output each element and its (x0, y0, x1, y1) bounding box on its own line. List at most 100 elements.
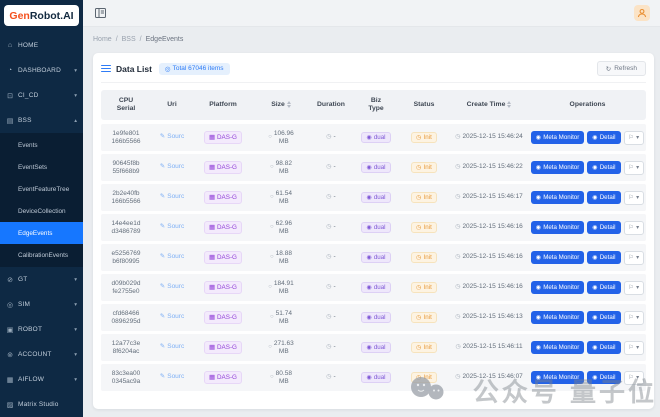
detail-button[interactable]: ◉ Detail (587, 281, 621, 294)
more-actions-dropdown-button[interactable]: ⚐ ▾ (623, 250, 645, 265)
source-link[interactable]: ✎ Sourc (160, 343, 184, 351)
more-actions-dropdown-button[interactable]: ⚐ ▾ (623, 310, 645, 325)
sidebar-item[interactable]: ⊡ CI_CD ▾ (0, 83, 83, 108)
meta-monitor-button[interactable]: ◉ Meta Monitor (530, 311, 585, 324)
pencil-icon: ✎ (159, 133, 166, 141)
user-avatar[interactable] (634, 5, 650, 21)
chevron-down-icon: ▾ (636, 134, 640, 141)
cell-duration: ◷ - (326, 223, 336, 231)
cell-cpu-serial: 90645f8b 55f668b9 (112, 160, 140, 175)
table-row: 14e4ee1d d3486789 ✎ Sourc ▦ DAS-G ○ 62.96 MB (101, 214, 646, 241)
meta-monitor-button[interactable]: ◉ Meta Monitor (530, 341, 585, 354)
dot-icon: ◉ (366, 193, 372, 201)
sidebar-item[interactable]: ▨ Matrix Studio (0, 392, 83, 417)
detail-button[interactable]: ◉ Detail (587, 161, 621, 174)
cell-size: ○ 51.74 MB (270, 310, 292, 325)
cell-create-time: ◷ 2025-12-15 15:46:24 (455, 133, 523, 141)
sidebar-collapse-icon[interactable] (93, 7, 107, 19)
detail-button[interactable]: ◉ Detail (587, 341, 621, 354)
grid-icon: ▦ (209, 343, 215, 351)
meta-monitor-button[interactable]: ◉ Meta Monitor (530, 221, 585, 234)
source-link[interactable]: ✎ Sourc (160, 223, 184, 231)
clock-icon: ◷ (326, 223, 332, 230)
sidebar-subitem[interactable]: EventSets (0, 156, 83, 178)
sidebar-subitem-label: EventFeatureTree (18, 185, 70, 193)
sidebar-item[interactable]: ▣ ROBOT ▾ (0, 317, 83, 342)
cell-operations: ◉ Meta Monitor ◉ Detail ⚐ ▾ (529, 310, 646, 325)
breadcrumb-separator: / (115, 35, 118, 43)
sidebar-item[interactable]: ◎ SIM ▾ (0, 292, 83, 317)
more-actions-dropdown-button[interactable]: ⚐ ▾ (623, 370, 645, 385)
more-actions-dropdown-button[interactable]: ⚐ ▾ (623, 160, 645, 175)
pencil-icon: ✎ (159, 283, 166, 291)
eye-icon: ◉ (592, 344, 598, 351)
meta-monitor-button[interactable]: ◉ Meta Monitor (530, 281, 585, 294)
platform-badge: ▦ DAS-G (204, 251, 242, 264)
app-window: Gen Robot.AI ⌂ HOME ◔ DASHBOARD ▾ ⊡ CI_C… (0, 0, 660, 417)
app-logo[interactable]: Gen Robot.AI (4, 5, 79, 26)
sidebar-subitem[interactable]: EventFeatureTree (0, 178, 83, 200)
col-uri: Uri (167, 100, 177, 108)
biz-type-badge: ◉ dual (361, 281, 391, 294)
source-link[interactable]: ✎ Sourc (160, 313, 184, 321)
more-actions-dropdown-button[interactable]: ⚐ ▾ (623, 220, 645, 235)
meta-monitor-button[interactable]: ◉ Meta Monitor (530, 371, 585, 384)
cell-uri: ✎ Sourc (151, 283, 193, 291)
cell-create-time: ◷ 2025-12-15 15:46:13 (455, 313, 523, 321)
page-content: Data List ◎ Total 67046 items ↻ Refresh … (83, 51, 660, 417)
clock-icon: ◷ (455, 343, 461, 350)
sidebar-subitem[interactable]: CalibrationEvents (0, 244, 83, 266)
cell-size: ○ 62.96 MB (270, 220, 292, 235)
cell-biz-type: ◉ dual (353, 281, 399, 294)
sidebar-subitem[interactable]: DeviceCollection (0, 200, 83, 222)
sidebar-item[interactable]: ⊘ GT ▾ (0, 267, 83, 292)
detail-button[interactable]: ◉ Detail (587, 221, 621, 234)
sidebar-item[interactable]: ▤ BSS ▴ (0, 108, 83, 133)
meta-monitor-button[interactable]: ◉ Meta Monitor (530, 251, 585, 264)
breadcrumb-bss[interactable]: BSS (122, 36, 136, 43)
detail-button[interactable]: ◉ Detail (587, 371, 621, 384)
meta-monitor-button[interactable]: ◉ Meta Monitor (530, 161, 585, 174)
source-link[interactable]: ✎ Sourc (160, 193, 184, 201)
more-actions-dropdown-button[interactable]: ⚐ ▾ (623, 130, 645, 145)
breadcrumb-separator: / (139, 35, 142, 43)
breadcrumb-home[interactable]: Home (93, 36, 112, 43)
pencil-icon: ✎ (159, 253, 166, 261)
source-link[interactable]: ✎ Sourc (160, 373, 184, 381)
detail-button[interactable]: ◉ Detail (587, 191, 621, 204)
sidebar-item-icon: ⊘ (7, 276, 13, 284)
source-link[interactable]: ✎ Sourc (160, 253, 184, 261)
cell-biz-type: ◉ dual (353, 251, 399, 264)
sidebar-item[interactable]: ⌂ HOME (0, 33, 83, 58)
sidebar-subitem[interactable]: EdgeEvents (0, 222, 83, 244)
cell-size: ○ 106.96 MB (268, 130, 294, 145)
cell-biz-type: ◉ dual (353, 311, 399, 324)
cell-create-time: ◷ 2025-12-15 15:46:11 (455, 343, 523, 351)
sidebar-item[interactable]: ◔ DASHBOARD ▾ (0, 58, 83, 83)
sidebar-subitem[interactable]: Events (0, 134, 83, 156)
sidebar-item[interactable]: ▦ AIFLOW ▾ (0, 367, 83, 392)
file-icon: ○ (270, 163, 274, 170)
more-actions-dropdown-button[interactable]: ⚐ ▾ (623, 190, 645, 205)
cell-status: ◷ Init (399, 191, 449, 204)
more-actions-dropdown-button[interactable]: ⚐ ▾ (623, 280, 645, 295)
table-row: 90645f8b 55f668b9 ✎ Sourc ▦ DAS-G ○ 98.82 MB (101, 154, 646, 181)
sidebar: Gen Robot.AI ⌂ HOME ◔ DASHBOARD ▾ ⊡ CI_C… (0, 0, 83, 417)
refresh-button[interactable]: ↻ Refresh (596, 61, 646, 76)
sidebar-item[interactable]: ⊚ ACCOUNT ▾ (0, 342, 83, 367)
source-link[interactable]: ✎ Sourc (160, 163, 184, 171)
detail-button[interactable]: ◉ Detail (587, 251, 621, 264)
more-actions-dropdown-button[interactable]: ⚐ ▾ (623, 340, 645, 355)
source-link[interactable]: ✎ Sourc (160, 133, 184, 141)
detail-button[interactable]: ◉ Detail (587, 311, 621, 324)
sort-icon[interactable] (507, 101, 512, 109)
source-link[interactable]: ✎ Sourc (160, 283, 184, 291)
cell-uri: ✎ Sourc (151, 343, 193, 351)
dot-icon: ◉ (366, 253, 372, 261)
cell-cpu-serial: 2b2e40fb 166b5566 (111, 190, 141, 205)
meta-monitor-button[interactable]: ◉ Meta Monitor (530, 191, 585, 204)
detail-button[interactable]: ◉ Detail (587, 131, 621, 144)
sort-icon[interactable] (286, 101, 291, 109)
meta-monitor-button[interactable]: ◉ Meta Monitor (530, 131, 585, 144)
cell-uri: ✎ Sourc (151, 313, 193, 321)
